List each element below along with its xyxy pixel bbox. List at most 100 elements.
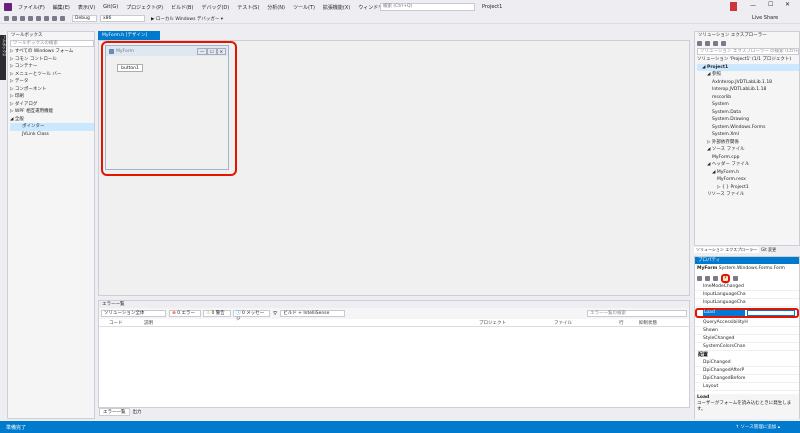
property-row[interactable]: ImeModeChanged [695,283,799,291]
property-row[interactable]: DpiChanged [695,359,799,367]
warnings-filter-button[interactable]: ⚠ 0 警告 [203,310,231,317]
property-row[interactable]: Layout [695,383,799,391]
solution-tree-item[interactable]: System.Windows.Forms [697,124,799,132]
platform-select[interactable]: x86 [100,15,145,22]
toolbox-item[interactable]: ポインター [10,123,94,131]
property-category[interactable]: 配置 [695,351,799,359]
menu-item-3[interactable]: Git(G) [103,4,118,10]
filter-icon[interactable]: ⛛ [273,311,277,317]
menu-item-0[interactable]: ファイル(F) [18,4,45,11]
solution-tree-item[interactable]: ◢ Project1 [697,63,799,71]
solution-tree-item[interactable]: System.Xml [697,131,799,139]
account-icon[interactable] [730,2,737,11]
menu-item-4[interactable]: プロジェクト(P) [126,4,163,11]
config-select[interactable]: Debug [72,15,97,22]
error-column-header[interactable]: ファイル [554,320,572,326]
solution-tree-item[interactable]: Interop.JVDTLabLib.1.18 [697,86,799,94]
menu-item-9[interactable]: ツール(T) [293,4,315,11]
undo-icon[interactable] [52,16,57,21]
solution-tree-item[interactable]: ◢ 参照 [697,71,799,79]
live-share-button[interactable]: Live Share [752,15,778,21]
error-column-header[interactable]: プロジェクト [479,320,506,326]
solution-tree-item[interactable]: ◢ ソース ファイル [697,146,799,154]
menu-item-5[interactable]: ビルド(B) [171,4,193,11]
solution-tree-item[interactable]: System.Drawing [697,116,799,124]
property-row[interactable]: DpiChangedBefore [695,375,799,383]
property-row-load[interactable]: Load [695,308,799,318]
menu-item-8[interactable]: 分析(N) [267,4,285,11]
toolbox-item[interactable]: ▷ すべての Windows フォーム [10,48,94,56]
toolbox-item[interactable]: ▷ コンポーネント [10,86,94,94]
toolbox-item[interactable]: JVLink Class [10,131,94,139]
property-pages-icon[interactable] [733,275,738,281]
minimize-icon[interactable]: — [750,2,756,9]
alphabetical-icon[interactable] [705,275,710,281]
sync-icon[interactable] [705,41,710,46]
home-icon[interactable] [697,41,702,46]
solution-tree-item[interactable]: ソリューション 'Project1' (1/1 プロジェクト) [697,56,799,64]
tab-solution-explorer[interactable]: ソリューション エクスプローラー [694,247,760,253]
solution-tree-item[interactable]: System.Data [697,109,799,117]
toolbox-item[interactable]: ▷ 印刷 [10,93,94,101]
save-all-icon[interactable] [44,16,49,21]
refresh-icon[interactable] [713,41,718,46]
search-input[interactable]: 検索 (Ctrl+Q) [380,3,475,11]
menu-item-7[interactable]: テスト(S) [237,4,259,11]
toolbox-search-input[interactable]: ツールボックスの検索 [10,40,94,47]
source-control-button[interactable]: ↑ ソース管理に追加 ▴ [735,424,780,430]
property-row[interactable]: StyleChanged [695,335,799,343]
solution-search-input[interactable]: ソリューション エクスプローラー の検索 (Ctrl+;) [697,48,799,55]
properties-object[interactable]: MyForm System.Windows.Forms.Form [695,264,799,273]
messages-filter-button[interactable]: ⓘ 0 メッセージ [233,310,270,322]
solution-tree-item[interactable]: ◢ ヘッダー ファイル [697,161,799,169]
error-search-input[interactable]: エラー一覧の検索 [587,310,687,317]
tab-git-changes[interactable]: Git 変更 [759,247,778,253]
tab-designer[interactable]: MyForm.h [デザイン] [98,31,160,40]
solution-tree-item[interactable]: ▷ { } Project1 [697,184,799,192]
close-icon[interactable]: ✕ [785,1,790,8]
forward-icon[interactable] [12,16,17,21]
solution-tree-item[interactable]: ◢ MyForm.h [697,169,799,177]
error-scope-select[interactable]: ソリューション全体 [101,310,166,317]
back-icon[interactable] [4,16,9,21]
property-row[interactable]: Shown [695,327,799,335]
property-row[interactable]: InputLanguageCha [695,299,799,307]
toolbox-item[interactable]: ▷ コモン コントロール [10,56,94,64]
save-icon[interactable] [36,16,41,21]
categorized-icon[interactable] [697,275,702,281]
toolbox-item[interactable]: ◢ 全般 [10,116,94,124]
build-filter-select[interactable]: ビルド + IntelliSense [280,310,346,317]
solution-tree-item[interactable]: ▷ 外部依存関係 [697,139,799,147]
toolbox-item[interactable]: ▷ メニューとツール バー [10,71,94,79]
run-debugger-button[interactable]: ▶ ローカル Windows デバッガー ▾ [151,16,223,22]
menu-item-10[interactable]: 拡張機能(X) [323,4,350,11]
new-project-icon[interactable] [20,16,25,21]
property-row[interactable]: DpiChangedAfterP [695,367,799,375]
collapse-icon[interactable] [721,41,726,46]
tab-output[interactable]: 出力 [130,409,145,415]
errors-filter-button[interactable]: ⊗ 0 エラー [169,310,201,317]
solution-tree-item[interactable]: MyForm.cpp [697,154,799,162]
error-column-header[interactable]: コード [109,320,123,326]
maximize-icon[interactable]: ☐ [768,1,773,8]
error-column-header[interactable]: 説明 [144,320,153,326]
properties-icon[interactable] [713,275,718,281]
property-row[interactable]: QueryAccessibilityH [695,319,799,327]
solution-tree-item[interactable]: AxInterop.JVDTLabLib.1.18 [697,79,799,87]
menu-item-6[interactable]: デバッグ(D) [201,4,229,11]
solution-tree-item[interactable]: リソース ファイル [697,191,799,199]
solution-tree-item[interactable]: System [697,101,799,109]
tab-error-list[interactable]: エラー一覧 [99,408,130,416]
menu-item-2[interactable]: 表示(V) [78,4,95,11]
events-icon[interactable]: ⚡ [721,273,730,283]
menu-item-1[interactable]: 編集(E) [53,4,70,11]
toolbox-item[interactable]: ▷ データ [10,78,94,86]
form-window[interactable]: MyForm — ☐ ✕ button1 [105,45,229,170]
toolbox-item[interactable]: ▷ WPF 相互運用機能 [10,108,94,116]
form-button1[interactable]: button1 [117,64,143,72]
property-row[interactable]: SystemColorsChan [695,343,799,351]
toolbox-item[interactable]: ▷ ダイアログ [10,101,94,109]
property-load-value-dropdown[interactable] [747,310,795,316]
toolbox-item[interactable]: ▷ コンテナー [10,63,94,71]
error-column-header[interactable]: 抑制状態 [639,320,657,326]
